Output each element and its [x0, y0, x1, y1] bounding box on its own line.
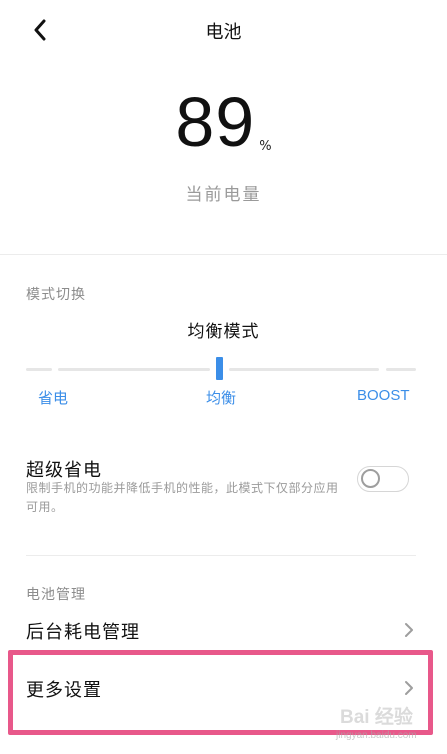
section-divider — [0, 254, 447, 255]
mode-option-power-saving[interactable]: 省电 — [38, 387, 68, 408]
page-title: 电池 — [205, 22, 242, 43]
mode-section-label: 模式切换 — [26, 287, 86, 303]
section-divider — [26, 555, 416, 556]
watermark-url: jingyan.baidu.com — [336, 730, 417, 741]
more-settings-row[interactable]: 更多设置 — [0, 660, 447, 716]
row-label: 更多设置 — [26, 680, 102, 701]
chevron-right-icon — [405, 623, 413, 637]
toggle-knob — [361, 469, 380, 488]
slider-track-segment — [26, 368, 52, 371]
battery-level-unit: % — [259, 139, 272, 154]
mode-option-boost[interactable]: BOOST — [357, 387, 410, 404]
mode-option-balanced[interactable]: 均衡 — [206, 387, 236, 408]
row-label: 后台耗电管理 — [26, 622, 140, 643]
slider-thumb[interactable] — [216, 357, 223, 380]
slider-track-segment — [229, 368, 379, 371]
slider-track-segment — [58, 368, 210, 371]
battery-level-value: 89 — [175, 83, 256, 161]
super-saver-description: 限制手机的功能并降低手机的性能，此模式下仅部分应用可用。 — [26, 481, 339, 514]
slider-track-segment — [386, 368, 416, 371]
battery-level: 89 % — [0, 82, 447, 162]
current-mode-label: 均衡模式 — [187, 322, 260, 342]
super-saver-toggle[interactable] — [357, 466, 409, 492]
management-section-label: 电池管理 — [26, 587, 86, 603]
chevron-right-icon — [405, 681, 413, 695]
background-power-management-row[interactable]: 后台耗电管理 — [0, 602, 447, 658]
battery-level-caption: 当前电量 — [185, 185, 262, 205]
header: 电池 — [0, 0, 447, 60]
battery-settings-screen: 电池 89 % 当前电量 模式切换 均衡模式 省电 均衡 BOOST 超级省电 … — [0, 0, 447, 754]
mode-slider[interactable] — [26, 356, 416, 382]
